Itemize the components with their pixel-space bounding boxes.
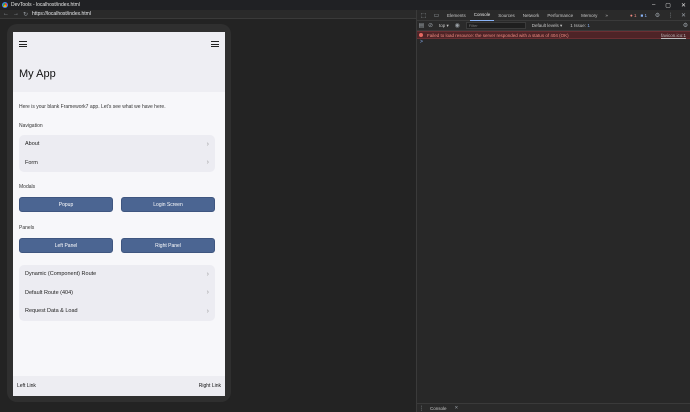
- issues-count: 1: [587, 23, 590, 28]
- panels-label: Panels: [19, 225, 35, 231]
- error-source-link[interactable]: favicon.ico:1: [661, 33, 686, 38]
- app-screen: My App Here is your blank Framework7 app…: [13, 32, 225, 396]
- navigation-label: Navigation: [19, 123, 43, 129]
- forward-icon[interactable]: →: [13, 11, 19, 18]
- filter-input[interactable]: Filter: [465, 22, 526, 29]
- minimize-icon[interactable]: –: [652, 2, 655, 8]
- more-tabs-icon[interactable]: »: [601, 10, 612, 21]
- list-item-label: About: [25, 141, 40, 148]
- eye-icon[interactable]: ◉: [453, 22, 462, 29]
- list-item-label: Request Data & Load: [25, 308, 78, 315]
- issues-label: 1 Issue:: [570, 23, 588, 28]
- settings-icon[interactable]: ⚙: [653, 11, 662, 20]
- popup-button[interactable]: Popup: [19, 197, 113, 212]
- right-link[interactable]: Right Link: [199, 383, 221, 389]
- error-text: Failed to load resource: the server resp…: [427, 32, 569, 38]
- list-item-label: Form: [25, 159, 38, 166]
- maximize-icon[interactable]: ▢: [665, 2, 671, 9]
- drawer-tab-console[interactable]: Console: [426, 406, 451, 411]
- chrome-icon: [2, 2, 8, 8]
- window-title: DevTools - localhost/index.html: [11, 2, 80, 8]
- right-panel-button[interactable]: Right Panel: [121, 238, 215, 253]
- error-icon: [419, 33, 423, 37]
- tab-network[interactable]: Network: [519, 10, 544, 21]
- close-devtools-icon[interactable]: ✕: [679, 11, 688, 20]
- error-count-badge[interactable]: ● 1: [630, 13, 636, 18]
- chevron-right-icon: ›: [206, 159, 209, 167]
- context-selector[interactable]: top ▾: [435, 23, 453, 29]
- tab-memory[interactable]: Memory: [577, 10, 601, 21]
- right-menu-icon[interactable]: [211, 41, 219, 47]
- issues-button[interactable]: 1 Issue: 1: [570, 23, 590, 28]
- list-item-about[interactable]: About ›: [19, 135, 215, 154]
- drawer-close-icon[interactable]: ✕: [455, 405, 459, 411]
- console-toolbar: ▤ ⊘ top ▾ ◉ Filter Default levels ▾ 1 Is…: [417, 21, 690, 31]
- chevron-right-icon: ›: [206, 140, 209, 148]
- login-screen-button[interactable]: Login Screen: [121, 197, 215, 212]
- console-prompt[interactable]: >: [417, 39, 690, 46]
- close-icon[interactable]: ✕: [681, 2, 686, 9]
- page-title: My App: [19, 68, 56, 80]
- nav-buttons: ← → ↻: [3, 11, 28, 18]
- browser-viewport: ← → ↻ https://localhost/index.html My Ap…: [0, 10, 416, 412]
- info-count: 1: [644, 12, 647, 18]
- app-navbar: My App: [13, 32, 225, 92]
- tab-elements[interactable]: Elements: [443, 10, 470, 21]
- address-bar: ← → ↻ https://localhost/index.html: [0, 10, 416, 19]
- devtools-drawer: ⋮ Console ✕: [417, 403, 690, 412]
- device-toggle-icon[interactable]: ▭: [432, 11, 441, 20]
- clear-console-icon[interactable]: ⊘: [426, 22, 435, 29]
- routes-list: Dynamic (Component) Route › Default Rout…: [19, 265, 215, 321]
- devtools-panel: ⬚ ▭ Elements Console Sources Network Per…: [416, 10, 690, 412]
- issue-count-badge[interactable]: ■ 1: [641, 13, 647, 18]
- drawer-menu-icon[interactable]: ⋮: [417, 405, 426, 412]
- inspect-icon[interactable]: ⬚: [419, 11, 428, 20]
- chevron-right-icon: ›: [206, 289, 209, 297]
- chevron-right-icon: ›: [206, 270, 209, 278]
- left-menu-icon[interactable]: [19, 41, 27, 47]
- tab-console[interactable]: Console: [469, 10, 495, 21]
- list-item-label: Dynamic (Component) Route: [25, 271, 97, 278]
- window-controls: – ▢ ✕: [652, 0, 686, 10]
- chevron-right-icon: ›: [206, 307, 209, 315]
- reload-icon[interactable]: ↻: [23, 11, 28, 18]
- url-field[interactable]: https://localhost/index.html: [32, 11, 91, 17]
- error-count: 1: [634, 12, 637, 18]
- log-levels-dropdown[interactable]: Default levels ▾: [532, 23, 563, 29]
- navigation-list: About › Form ›: [19, 135, 215, 172]
- window-titlebar: DevTools - localhost/index.html – ▢ ✕: [0, 0, 690, 10]
- bottom-toolbar: Left Link Right Link: [13, 376, 225, 396]
- devtools-tabbar: ⬚ ▭ Elements Console Sources Network Per…: [417, 10, 690, 21]
- console-error-message: Failed to load resource: the server resp…: [417, 31, 690, 39]
- tab-sources[interactable]: Sources: [494, 10, 519, 21]
- more-options-icon[interactable]: ⋮: [666, 11, 675, 20]
- left-panel-button[interactable]: Left Panel: [19, 238, 113, 253]
- list-item-form[interactable]: Form ›: [19, 154, 215, 173]
- list-item-request-data[interactable]: Request Data & Load ›: [19, 302, 215, 321]
- device-frame: My App Here is your blank Framework7 app…: [7, 24, 231, 402]
- list-item-dynamic-route[interactable]: Dynamic (Component) Route ›: [19, 265, 215, 284]
- left-link[interactable]: Left Link: [17, 383, 36, 389]
- back-icon[interactable]: ←: [3, 11, 9, 18]
- tab-performance[interactable]: Performance: [543, 10, 577, 21]
- sidebar-toggle-icon[interactable]: ▤: [417, 22, 426, 29]
- intro-text: Here is your blank Framework7 app. Let's…: [19, 104, 166, 110]
- list-item-label: Default Route (404): [25, 289, 73, 296]
- console-settings-icon[interactable]: ⚙: [681, 22, 690, 29]
- modals-label: Modals: [19, 184, 36, 190]
- list-item-default-route[interactable]: Default Route (404) ›: [19, 284, 215, 303]
